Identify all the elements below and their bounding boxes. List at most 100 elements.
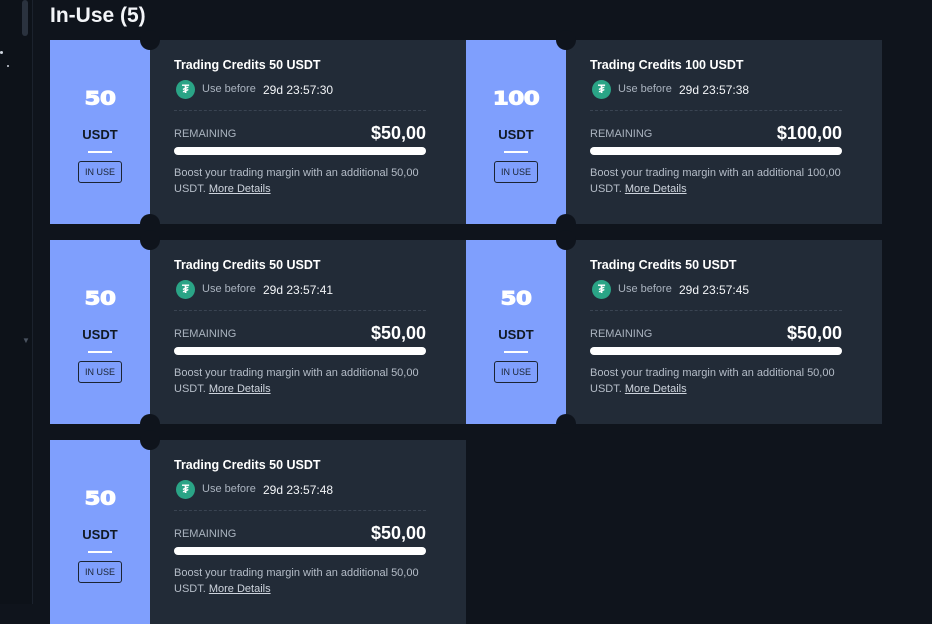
dashed-divider bbox=[590, 110, 842, 111]
card-stub: 50 USDT IN USE bbox=[50, 240, 150, 424]
dashed-divider bbox=[174, 510, 426, 511]
card-description: Boost your trading margin with an additi… bbox=[174, 565, 426, 597]
dashed-divider bbox=[174, 110, 426, 111]
card-description: Boost your trading margin with an additi… bbox=[174, 365, 426, 397]
use-before-label: Use before bbox=[618, 283, 672, 295]
credit-currency: USDT bbox=[82, 327, 118, 342]
trading-credit-card[interactable]: 50 USDT IN USE Trading Credits 50 USDT ₮… bbox=[50, 430, 466, 624]
sidebar-scrollbar[interactable] bbox=[22, 0, 28, 36]
credit-currency: USDT bbox=[82, 527, 118, 542]
trading-credit-card[interactable]: 50 USDT IN USE Trading Credits 50 USDT ₮… bbox=[50, 230, 466, 434]
sidebar-dot-icon bbox=[0, 51, 3, 54]
credit-amount: 50 bbox=[84, 488, 117, 510]
remaining-label: REMAINING bbox=[590, 128, 653, 140]
trading-credit-card[interactable]: 100 USDT IN USE Trading Credits 100 USDT… bbox=[466, 30, 882, 234]
ticket-notch bbox=[140, 230, 160, 250]
progress-fill bbox=[590, 147, 842, 155]
ticket-notch bbox=[140, 430, 160, 450]
card-stub: 50 USDT IN USE bbox=[466, 240, 566, 424]
card-body: Trading Credits 50 USDT ₮ Use before 29d… bbox=[174, 40, 426, 224]
trading-credit-card[interactable]: 50 USDT IN USE Trading Credits 50 USDT ₮… bbox=[50, 30, 466, 234]
tether-icon: ₮ bbox=[592, 80, 611, 99]
ticket-notch bbox=[556, 30, 576, 50]
stub-divider bbox=[504, 151, 528, 153]
remaining-progress-bar bbox=[590, 147, 842, 155]
tether-icon: ₮ bbox=[176, 480, 195, 499]
expiry-countdown: 29d 23:57:45 bbox=[679, 283, 750, 297]
remaining-label: REMAINING bbox=[174, 128, 237, 140]
credit-currency: USDT bbox=[498, 327, 534, 342]
progress-fill bbox=[174, 347, 426, 355]
use-before-label: Use before bbox=[618, 83, 672, 95]
progress-fill bbox=[590, 347, 842, 355]
card-body: Trading Credits 50 USDT ₮ Use before 29d… bbox=[174, 440, 426, 624]
card-title: Trading Credits 100 USDT bbox=[590, 58, 744, 72]
card-stub: 50 USDT IN USE bbox=[50, 440, 150, 624]
expiry-countdown: 29d 23:57:48 bbox=[263, 483, 334, 497]
remaining-label: REMAINING bbox=[174, 328, 237, 340]
card-description: Boost your trading margin with an additi… bbox=[590, 365, 842, 397]
tether-icon: ₮ bbox=[176, 280, 195, 299]
card-stub: 50 USDT IN USE bbox=[50, 40, 150, 224]
use-before-label: Use before bbox=[202, 83, 256, 95]
tether-icon: ₮ bbox=[592, 280, 611, 299]
dashed-divider bbox=[590, 310, 842, 311]
progress-fill bbox=[174, 547, 426, 555]
card-description: Boost your trading margin with an additi… bbox=[174, 165, 426, 197]
dashed-divider bbox=[174, 310, 426, 311]
remaining-label: REMAINING bbox=[590, 328, 653, 340]
use-before-label: Use before bbox=[202, 483, 256, 495]
card-body: Trading Credits 100 USDT ₮ Use before 29… bbox=[590, 40, 842, 224]
credit-amount: 100 bbox=[492, 88, 540, 110]
progress-fill bbox=[174, 147, 426, 155]
remaining-label: REMAINING bbox=[174, 528, 237, 540]
more-details-link[interactable]: More Details bbox=[209, 583, 271, 595]
credit-amount: 50 bbox=[84, 288, 117, 310]
remaining-value: $50,00 bbox=[786, 323, 842, 343]
remaining-progress-bar bbox=[174, 347, 426, 355]
status-badge: IN USE bbox=[494, 161, 538, 183]
stub-divider bbox=[88, 551, 112, 553]
card-title: Trading Credits 50 USDT bbox=[174, 258, 321, 272]
expiry-countdown: 29d 23:57:38 bbox=[679, 83, 750, 97]
card-title: Trading Credits 50 USDT bbox=[174, 458, 321, 472]
stub-divider bbox=[504, 351, 528, 353]
status-badge: IN USE bbox=[78, 361, 122, 383]
credit-amount: 50 bbox=[500, 288, 533, 310]
ticket-notch bbox=[556, 230, 576, 250]
expiry-countdown: 29d 23:57:41 bbox=[263, 283, 334, 297]
credit-amount: 50 bbox=[84, 88, 117, 110]
more-details-link[interactable]: More Details bbox=[625, 183, 687, 195]
remaining-progress-bar bbox=[590, 347, 842, 355]
sidebar-caret-down-icon[interactable]: ▼ bbox=[22, 337, 30, 345]
left-sidebar-rail: ▼ bbox=[0, 0, 33, 604]
card-body: Trading Credits 50 USDT ₮ Use before 29d… bbox=[590, 240, 842, 424]
ticket-notch bbox=[556, 414, 576, 434]
remaining-value: $50,00 bbox=[370, 523, 426, 543]
tether-icon: ₮ bbox=[176, 80, 195, 99]
credit-currency: USDT bbox=[498, 127, 534, 142]
remaining-progress-bar bbox=[174, 547, 426, 555]
stub-divider bbox=[88, 351, 112, 353]
stub-divider bbox=[88, 151, 112, 153]
remaining-value: $50,00 bbox=[370, 123, 426, 143]
more-details-link[interactable]: More Details bbox=[625, 383, 687, 395]
card-description: Boost your trading margin with an additi… bbox=[590, 165, 842, 197]
section-title: In-Use (5) bbox=[50, 4, 146, 27]
remaining-value: $50,00 bbox=[370, 323, 426, 343]
card-body: Trading Credits 50 USDT ₮ Use before 29d… bbox=[174, 240, 426, 424]
sidebar-dot-icon bbox=[7, 65, 9, 67]
credit-currency: USDT bbox=[82, 127, 118, 142]
more-details-link[interactable]: More Details bbox=[209, 383, 271, 395]
status-badge: IN USE bbox=[494, 361, 538, 383]
use-before-label: Use before bbox=[202, 283, 256, 295]
status-badge: IN USE bbox=[78, 561, 122, 583]
trading-credit-card[interactable]: 50 USDT IN USE Trading Credits 50 USDT ₮… bbox=[466, 230, 882, 434]
card-stub: 100 USDT IN USE bbox=[466, 40, 566, 224]
ticket-notch bbox=[140, 30, 160, 50]
remaining-value: $100,00 bbox=[776, 123, 842, 143]
status-badge: IN USE bbox=[78, 161, 122, 183]
card-title: Trading Credits 50 USDT bbox=[590, 258, 737, 272]
remaining-progress-bar bbox=[174, 147, 426, 155]
more-details-link[interactable]: More Details bbox=[209, 183, 271, 195]
